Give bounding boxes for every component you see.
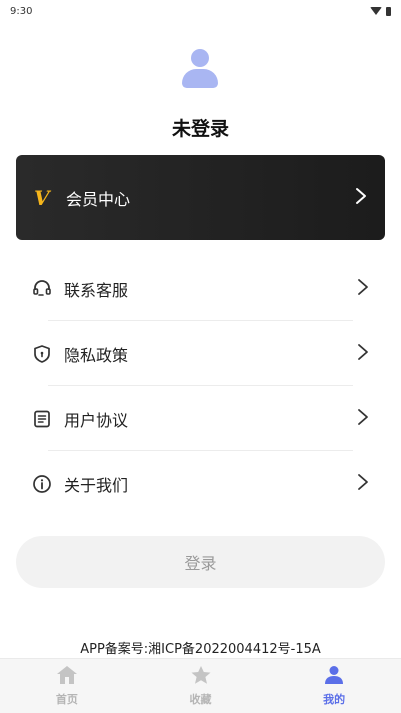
menu-item-user-agreement[interactable]: 用户协议 [0,386,401,451]
shield-icon [32,344,52,364]
settings-menu: 联系客服 隐私政策 用户协议 关于我们 [0,256,401,516]
chevron-right-icon [357,342,369,366]
user-icon [323,665,345,689]
tab-mine[interactable]: 我的 [267,659,401,713]
menu-label-about: 关于我们 [64,475,129,495]
menu-label-agreement: 用户协议 [64,410,129,430]
tab-label-home: 首页 [55,693,78,706]
chevron-right-icon [357,277,369,301]
menu-item-privacy-policy[interactable]: 隐私政策 [0,321,401,386]
home-icon [56,665,78,689]
chevron-right-icon [355,186,367,210]
tab-label-mine: 我的 [323,693,346,706]
battery-icon [386,6,391,16]
tab-label-favorites: 收藏 [189,693,212,706]
avatar[interactable] [180,47,220,91]
chevron-right-icon [357,407,369,431]
headset-icon [32,279,52,299]
icp-record-text: APP备案号:湘ICP备2022004412号-15A [80,642,321,657]
star-icon [190,665,212,689]
menu-item-contact-service[interactable]: 联系客服 [0,256,401,321]
menu-item-about-us[interactable]: 关于我们 [0,451,401,516]
vip-icon: V [34,185,50,210]
wifi-icon [370,7,382,15]
vip-center-card[interactable]: V 会员中心 [16,155,385,240]
tab-favorites[interactable]: 收藏 [134,659,268,713]
avatar-head [191,49,209,67]
status-time: 9:30 [10,5,33,17]
vip-center-label: 会员中心 [66,189,131,209]
status-bar: 9:30 [0,0,401,22]
status-icons [370,6,391,16]
document-icon [32,409,52,429]
menu-label-privacy: 隐私政策 [64,345,129,365]
bottom-tab-bar: 首页 收藏 我的 [0,658,401,713]
menu-label-contact: 联系客服 [64,280,129,300]
login-button[interactable]: 登录 [16,536,385,588]
info-icon [32,474,52,494]
avatar-body [182,69,218,88]
tab-home[interactable]: 首页 [0,659,134,713]
chevron-right-icon [357,472,369,496]
user-name[interactable]: 未登录 [0,114,401,141]
